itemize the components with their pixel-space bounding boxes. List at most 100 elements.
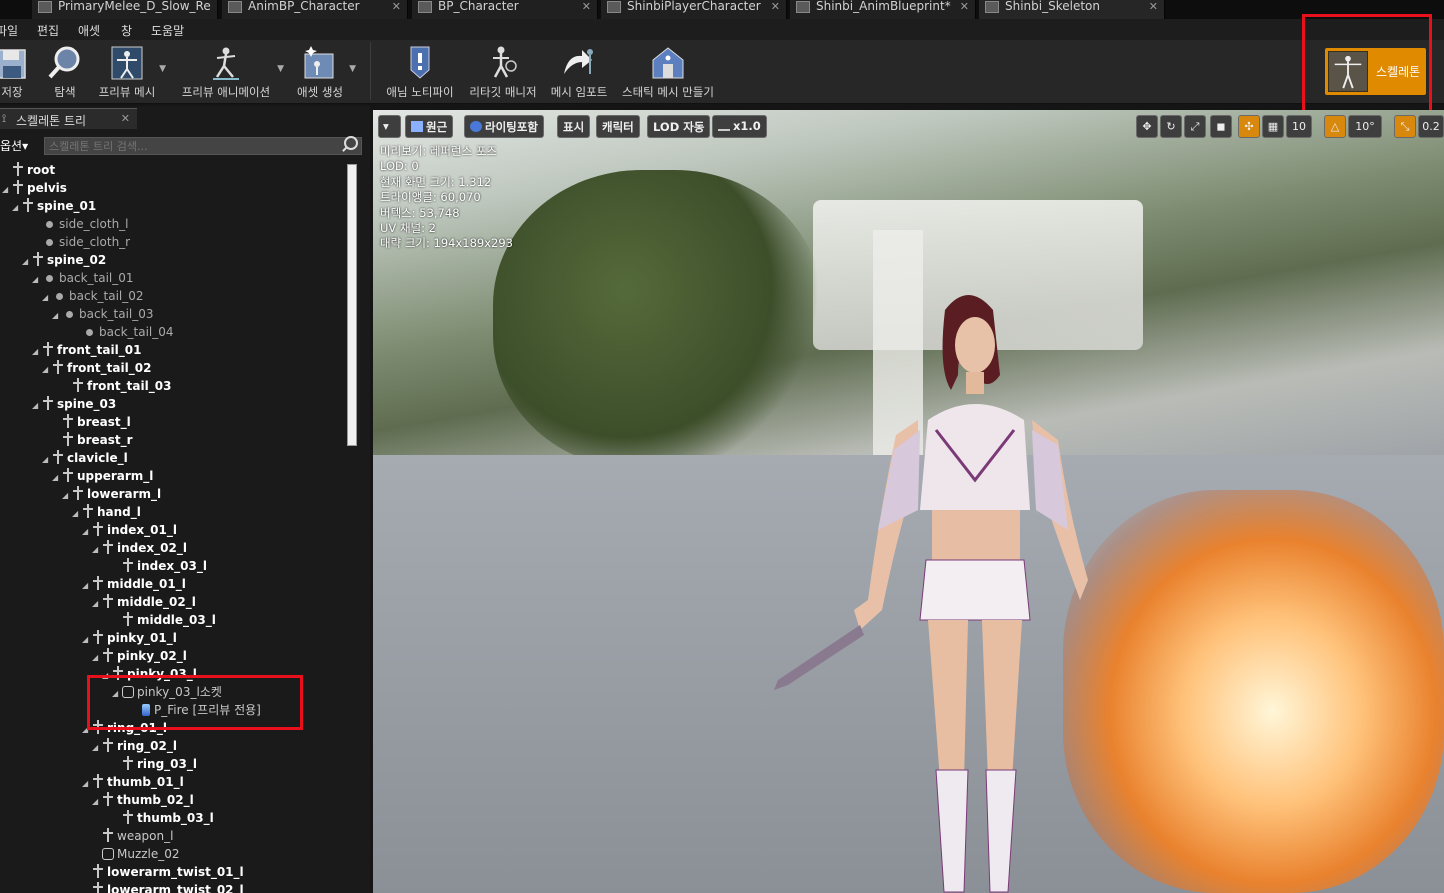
dropdown-arrow-icon[interactable]: ▼ xyxy=(159,64,166,74)
tree-row[interactable]: ◢ spine_03 xyxy=(32,395,116,413)
grid-snap-value[interactable]: 10 xyxy=(1286,115,1312,138)
lod-auto-button[interactable]: LOD 자동 xyxy=(647,115,711,138)
tree-row[interactable]: front_tail_03 xyxy=(62,377,171,395)
tree-row[interactable]: ◢ spine_01 xyxy=(12,197,96,215)
tree-row[interactable]: ◢ middle_02_l xyxy=(92,593,196,611)
expand-arrow-icon[interactable]: ◢ xyxy=(52,469,62,487)
expand-arrow-icon[interactable]: ◢ xyxy=(32,343,42,361)
expand-arrow-icon[interactable]: ◢ xyxy=(92,793,102,811)
expand-arrow-icon[interactable]: ◢ xyxy=(32,397,42,415)
anim-notify-button[interactable]: 애님 노티파이 xyxy=(384,40,456,100)
scale-snap-icon[interactable]: ⤡ xyxy=(1394,115,1416,138)
dropdown-arrow-icon[interactable]: ▼ xyxy=(277,64,284,74)
tree-row[interactable]: ◢ lowerarm_l xyxy=(62,485,161,503)
create-asset-button[interactable]: 애셋 생성 ▼ xyxy=(294,40,356,100)
menu-help[interactable]: 도움말 xyxy=(151,22,184,39)
close-icon[interactable]: ✕ xyxy=(392,0,401,13)
expand-arrow-icon[interactable]: ◢ xyxy=(52,307,62,325)
expand-arrow-icon[interactable]: ◢ xyxy=(12,199,22,217)
import-mesh-button[interactable]: 메시 임포트 xyxy=(548,40,610,100)
tree-row[interactable]: lowerarm_twist_01_l xyxy=(82,863,244,881)
dropdown-arrow-icon[interactable]: ▼ xyxy=(349,64,356,74)
tree-row[interactable]: ◢ thumb_01_l xyxy=(82,773,184,791)
close-icon[interactable]: ✕ xyxy=(121,112,130,125)
grid-snap-icon[interactable]: ▦ xyxy=(1262,115,1284,138)
tree-row[interactable]: ◢ hand_l xyxy=(72,503,141,521)
skeleton-tree-tab[interactable]: ⟟ 스켈레톤 트리 ✕ xyxy=(0,108,137,129)
tree-row[interactable]: ◢ front_tail_01 xyxy=(32,341,141,359)
tree-row[interactable]: ◢ clavicle_l xyxy=(42,449,128,467)
tree-row[interactable]: ◢ ring_02_l xyxy=(92,737,177,755)
save-button[interactable]: 저장 xyxy=(0,40,30,100)
world-local-icon[interactable]: ◼ xyxy=(1210,115,1232,138)
browse-button[interactable]: 탐색 xyxy=(44,40,86,100)
expand-arrow-icon[interactable]: ◢ xyxy=(92,595,102,613)
tree-row[interactable]: ◢ back_tail_03 xyxy=(52,305,154,323)
viewport-options-dropdown[interactable]: ▾ xyxy=(378,115,401,138)
close-icon[interactable]: ✕ xyxy=(582,0,591,13)
expand-arrow-icon[interactable]: ◢ xyxy=(82,775,92,793)
tree-row[interactable]: ring_03_l xyxy=(112,755,197,773)
retarget-manager-button[interactable]: 리타깃 매니저 xyxy=(466,40,540,100)
tree-row[interactable]: root xyxy=(2,161,55,179)
tree-row[interactable]: side_cloth_l xyxy=(32,215,129,233)
tree-row[interactable]: ◢ pelvis xyxy=(2,179,67,197)
expand-arrow-icon[interactable]: ◢ xyxy=(82,523,92,541)
tree-row[interactable]: ◢ upperarm_l xyxy=(52,467,153,485)
close-icon[interactable]: ✕ xyxy=(1149,0,1158,13)
tree-row[interactable]: ◢ pinky_01_l xyxy=(82,629,177,647)
tree-row[interactable]: weapon_l xyxy=(92,827,173,845)
tab-primary-melee[interactable]: PrimaryMelee_D_Slow_Re xyxy=(32,0,218,19)
expand-arrow-icon[interactable]: ◢ xyxy=(62,487,72,505)
surface-snap-icon[interactable]: ✣ xyxy=(1238,115,1260,138)
tab-shinbi-player-character[interactable]: ShinbiPlayerCharacter ✕ xyxy=(601,0,787,19)
show-button[interactable]: 표시 xyxy=(557,115,591,138)
character-preview-mesh[interactable] xyxy=(768,280,1098,893)
tree-row[interactable]: ◢ back_tail_02 xyxy=(42,287,144,305)
tree-row[interactable]: side_cloth_r xyxy=(32,233,130,251)
expand-arrow-icon[interactable]: ◢ xyxy=(82,631,92,649)
expand-arrow-icon[interactable]: ◢ xyxy=(92,649,102,667)
expand-arrow-icon[interactable]: ◢ xyxy=(22,253,32,271)
tree-row[interactable]: ◢ front_tail_02 xyxy=(42,359,151,377)
preview-mesh-button[interactable]: 프리뷰 메시 ▼ xyxy=(96,40,166,100)
options-dropdown[interactable]: 옵션▾ xyxy=(0,137,28,154)
close-icon[interactable]: ✕ xyxy=(771,0,780,13)
tree-row[interactable]: ◢ back_tail_01 xyxy=(32,269,134,287)
search-icon[interactable] xyxy=(344,136,358,150)
scale-mode-icon[interactable]: ⤢ xyxy=(1184,115,1206,138)
tree-row[interactable]: Muzzle_02 xyxy=(92,845,180,863)
rotation-snap-value[interactable]: 10° xyxy=(1348,115,1382,138)
expand-arrow-icon[interactable]: ◢ xyxy=(32,271,42,289)
playback-speed-button[interactable]: x1.0 xyxy=(712,115,767,138)
menu-window[interactable]: 창 xyxy=(121,22,132,39)
tree-row[interactable]: breast_l xyxy=(52,413,131,431)
rotate-mode-icon[interactable]: ↻ xyxy=(1160,115,1182,138)
lit-mode-button[interactable]: 라이팅포함 xyxy=(464,115,544,138)
rotation-snap-icon[interactable]: △ xyxy=(1324,115,1346,138)
close-icon[interactable]: ✕ xyxy=(960,0,969,13)
make-static-mesh-button[interactable]: 스태틱 메시 만들기 xyxy=(620,40,716,100)
tree-row[interactable]: ◢ pinky_02_l xyxy=(92,647,187,665)
tree-row[interactable]: lowerarm_twist_02_l xyxy=(82,881,244,893)
tree-row[interactable]: ◢ index_01_l xyxy=(82,521,177,539)
translate-mode-icon[interactable]: ✥ xyxy=(1136,115,1158,138)
expand-arrow-icon[interactable]: ◢ xyxy=(2,181,12,199)
expand-arrow-icon[interactable]: ◢ xyxy=(42,451,52,469)
tab-shinbi-animblueprint[interactable]: Shinbi_AnimBlueprint* ✕ xyxy=(790,0,976,19)
tree-row[interactable]: ◢ middle_01_l xyxy=(82,575,186,593)
tree-row[interactable]: ◢ index_02_l xyxy=(92,539,187,557)
skeleton-tree-search-input[interactable] xyxy=(44,137,362,155)
preview-viewport[interactable]: ▾ 원근 라이팅포함 표시 캐릭터 LOD 자동 x1.0 ✥ ↻ ⤢ ◼ ✣ … xyxy=(373,110,1444,893)
menu-asset[interactable]: 애셋 xyxy=(78,22,100,39)
tree-row[interactable]: middle_03_l xyxy=(112,611,216,629)
expand-arrow-icon[interactable]: ◢ xyxy=(82,577,92,595)
scale-snap-value[interactable]: 0.2 xyxy=(1418,115,1444,138)
expand-arrow-icon[interactable]: ◢ xyxy=(92,739,102,757)
menu-edit[interactable]: 편집 xyxy=(37,22,59,39)
tree-scrollbar[interactable] xyxy=(347,164,357,446)
tree-row[interactable]: breast_r xyxy=(52,431,133,449)
tab-shinbi-skeleton[interactable]: Shinbi_Skeleton ✕ xyxy=(979,0,1165,19)
tree-row[interactable]: thumb_03_l xyxy=(112,809,214,827)
tab-animbp-character[interactable]: AnimBP_Character ✕ xyxy=(222,0,408,19)
